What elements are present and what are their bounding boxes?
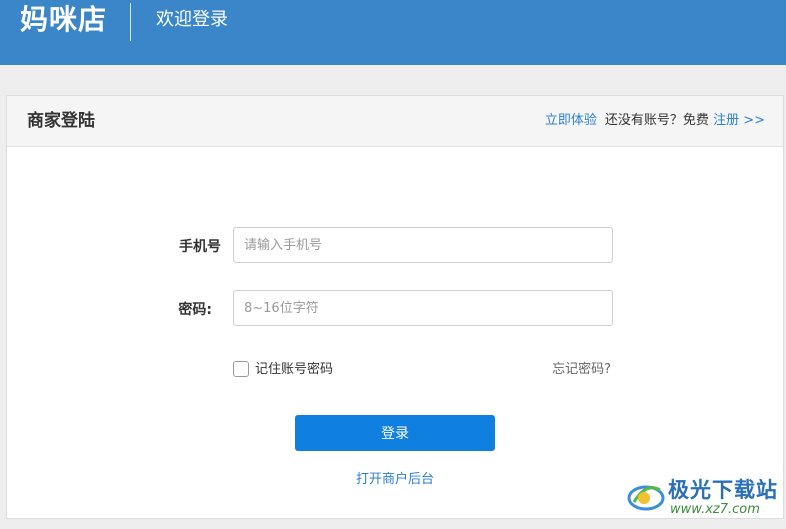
login-panel: 商家登陆 立即体验还没有账号？免费 注册 >> 手机号 密码: 记住账号密码 忘… (6, 95, 784, 519)
remember-label: 记住账号密码 (255, 362, 334, 377)
password-label: 密码: (178, 302, 212, 318)
login-button[interactable]: 登录 (295, 415, 495, 451)
phone-label: 手机号 (179, 239, 221, 255)
phone-input[interactable] (233, 227, 613, 263)
login-panel-header: 商家登陆 立即体验 还没有账号？免费 注册 >> (7, 96, 783, 147)
panel-header-links: 立即体验 还没有账号？免费 注册 >> (545, 96, 765, 146)
header-divider (130, 3, 131, 41)
remember-account-toggle[interactable]: 记住账号密码 (233, 360, 333, 380)
password-input[interactable] (233, 290, 613, 326)
open-merchant-backend-link[interactable]: 打开商户后台 (295, 468, 495, 487)
panel-title: 商家登陆 (27, 111, 95, 131)
watermark-url: www.xz7.com (670, 502, 760, 517)
header-subtitle: 欢迎登录 (156, 9, 228, 30)
watermark-logo-icon (627, 485, 665, 511)
try-now-link[interactable]: 立即体验 (545, 113, 597, 128)
register-link[interactable]: 注册 >> (713, 113, 765, 128)
brand-logo-text[interactable]: 妈咪店 (20, 0, 107, 40)
watermark-title: 极光下载站 (668, 478, 778, 502)
top-header-bar: 妈咪店 欢迎登录 (0, 0, 786, 65)
forgot-password-link[interactable]: 忘记密码? (552, 360, 611, 380)
no-account-text: 还没有账号？免费 (604, 113, 709, 128)
remember-checkbox[interactable] (233, 361, 249, 377)
site-watermark: 极光下载站 www.xz7.com (626, 472, 782, 524)
